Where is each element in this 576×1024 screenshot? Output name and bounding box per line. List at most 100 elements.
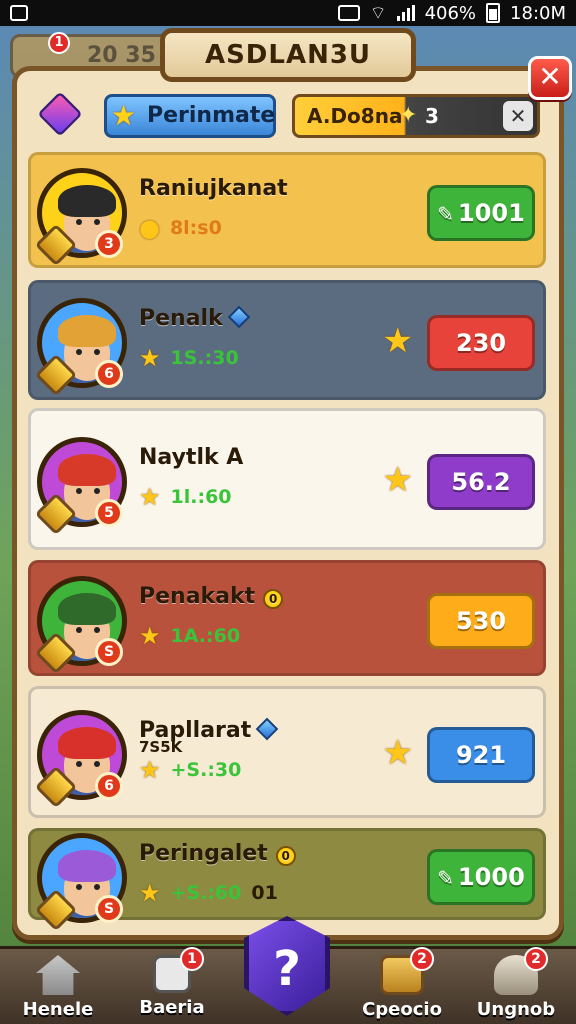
player-name-row: Raniujkanat xyxy=(139,176,288,201)
avatar-eye xyxy=(76,219,82,225)
avatar-eye xyxy=(76,349,82,355)
image-icon xyxy=(10,5,28,21)
background-badge-text: 20 35 xyxy=(87,43,156,68)
nav-badge: 2 xyxy=(410,947,434,971)
player-score: +S.:60 xyxy=(170,882,242,904)
nav-label: Baeria xyxy=(139,997,205,1018)
player-score: 1l.:60 xyxy=(170,486,232,508)
star-icon: ★ xyxy=(382,733,413,773)
avatar-eye xyxy=(76,884,82,890)
star-icon: ★ xyxy=(382,321,413,361)
player-row[interactable]: 3 Raniujkanat ● 8l:s0 ✎ 1001 xyxy=(28,152,546,268)
home-icon xyxy=(36,955,80,995)
avatar-eye xyxy=(76,627,82,633)
player-row[interactable]: 6 Papllarat ★ +S.:30 7S5K ★ 921 xyxy=(28,686,546,818)
player-name-row: Peringalet 0 xyxy=(139,841,296,866)
rank-badge: S xyxy=(95,895,123,923)
player-row[interactable]: 6 Penalk ★ 1S.:30 ★ 230 xyxy=(28,280,546,400)
player-value: 530 xyxy=(455,607,507,635)
player-value-button[interactable]: ✎ 1000 xyxy=(427,849,535,905)
mute-icon xyxy=(337,5,360,21)
star-icon: ★ xyxy=(382,460,413,500)
star-icon: ★ xyxy=(139,879,161,907)
player-row[interactable]: S Peringalet 0 ★ +S.:60 01 ✎ 1000 xyxy=(28,828,546,932)
avatar-eye xyxy=(94,219,100,225)
close-button[interactable]: ✕ xyxy=(528,56,572,100)
battery-icon xyxy=(486,3,501,23)
player-value: 1000 xyxy=(457,863,525,891)
nav-label: Ungnob xyxy=(476,999,556,1020)
avatar-eye xyxy=(94,884,100,890)
player-name-row: Penakakt 0 xyxy=(139,584,284,609)
player-row[interactable]: 5 Naytlk A ★ 1l.:60 ★ 56.2 xyxy=(28,408,546,550)
avatar-hair xyxy=(58,727,116,759)
player-score-top: 7S5K xyxy=(139,738,183,756)
gem-icon xyxy=(255,717,279,741)
signal-icon xyxy=(396,5,415,21)
player-score-row: ★ 1S.:30 xyxy=(139,344,239,372)
avatar-eye xyxy=(94,761,100,767)
player-score-row: ● 8l:s0 xyxy=(139,214,222,242)
avatar-eye xyxy=(76,488,82,494)
avatar-hair xyxy=(58,185,116,217)
avatar-hair xyxy=(58,850,116,882)
player-score-row: ★ +S.:60 01 xyxy=(139,879,278,907)
star-icon: ★ xyxy=(139,483,161,511)
player-score-row: ★ 1A.:60 xyxy=(139,622,240,650)
player-row[interactable]: S Penakakt 0 ★ 1A.:60 530 xyxy=(28,560,546,676)
nav-label: Cpeocio xyxy=(362,999,442,1020)
player-value: 230 xyxy=(455,329,507,357)
nav-item-profile[interactable]: 2 Ungnob xyxy=(466,947,566,1024)
nav-item-home[interactable]: Henele xyxy=(8,953,108,1024)
avatar-eye xyxy=(76,761,82,767)
player-score-suffix: 01 xyxy=(251,882,278,904)
tab-secondary-label: A.Do8na xyxy=(307,104,403,128)
tab-secondary-count: 3 xyxy=(425,104,439,128)
star-icon: ★ xyxy=(111,99,137,132)
panel-title: ASDLAN3U xyxy=(160,28,416,82)
ticket-icon: ✎ xyxy=(437,202,454,226)
trophy-icon: ● xyxy=(139,214,160,242)
player-value-button[interactable]: 530 xyxy=(427,593,535,649)
player-value-button[interactable]: 56.2 xyxy=(427,454,535,510)
avatar-eye xyxy=(94,349,100,355)
nav-badge: 2 xyxy=(524,947,548,971)
player-score-row: ★ +S.:30 xyxy=(139,756,241,784)
sparkle-icon: ✦ xyxy=(399,103,418,128)
player-score: 1S.:30 xyxy=(170,347,239,369)
rank-badge: S xyxy=(95,638,123,666)
tab-secondary[interactable]: A.Do8na ✦ 3 ✕ xyxy=(292,94,540,138)
player-score-row: ★ 1l.:60 xyxy=(139,483,232,511)
player-score: 8l:s0 xyxy=(169,217,222,239)
player-value: 1001 xyxy=(457,199,525,227)
player-name-row: Naytlk A xyxy=(139,445,243,470)
avatar-eye xyxy=(94,488,100,494)
tab-secondary-close-button[interactable]: ✕ xyxy=(503,101,533,131)
tab-primary[interactable]: ★ Perinmate xyxy=(104,94,276,138)
rank-badge: 6 xyxy=(95,360,123,388)
player-name: Penakakt xyxy=(139,584,256,609)
tab-primary-label: Perinmate xyxy=(147,103,276,128)
player-value: 921 xyxy=(455,741,507,769)
nav-label: Henele xyxy=(22,999,94,1020)
tab-row: ★ Perinmate A.Do8na ✦ 3 ✕ xyxy=(36,91,546,140)
player-score: 1A.:60 xyxy=(170,625,241,647)
player-value-button[interactable]: 230 xyxy=(427,315,535,371)
star-icon: ★ xyxy=(139,622,161,650)
status-bar: ⌔ 406% 18:0M xyxy=(0,0,576,26)
coin-icon: 0 xyxy=(263,589,284,609)
player-value-button[interactable]: 921 xyxy=(427,727,535,783)
ticket-icon: ✎ xyxy=(437,866,454,890)
player-name: Penalk xyxy=(139,306,223,331)
nav-item-battle[interactable]: 1 Baeria xyxy=(122,947,222,1024)
rank-badge: 3 xyxy=(95,230,123,258)
nav-item-scroll[interactable]: 2 Cpeocio xyxy=(352,947,452,1024)
player-score: +S.:30 xyxy=(170,759,242,781)
player-value-button[interactable]: ✎ 1001 xyxy=(427,185,535,241)
avatar-hair xyxy=(58,315,116,347)
avatar-hair xyxy=(58,454,116,486)
player-name: Raniujkanat xyxy=(139,176,288,201)
player-score-top-row: 7S5K xyxy=(139,738,182,756)
background-notification-badge: 1 xyxy=(48,32,70,54)
rank-badge: 6 xyxy=(95,772,123,800)
